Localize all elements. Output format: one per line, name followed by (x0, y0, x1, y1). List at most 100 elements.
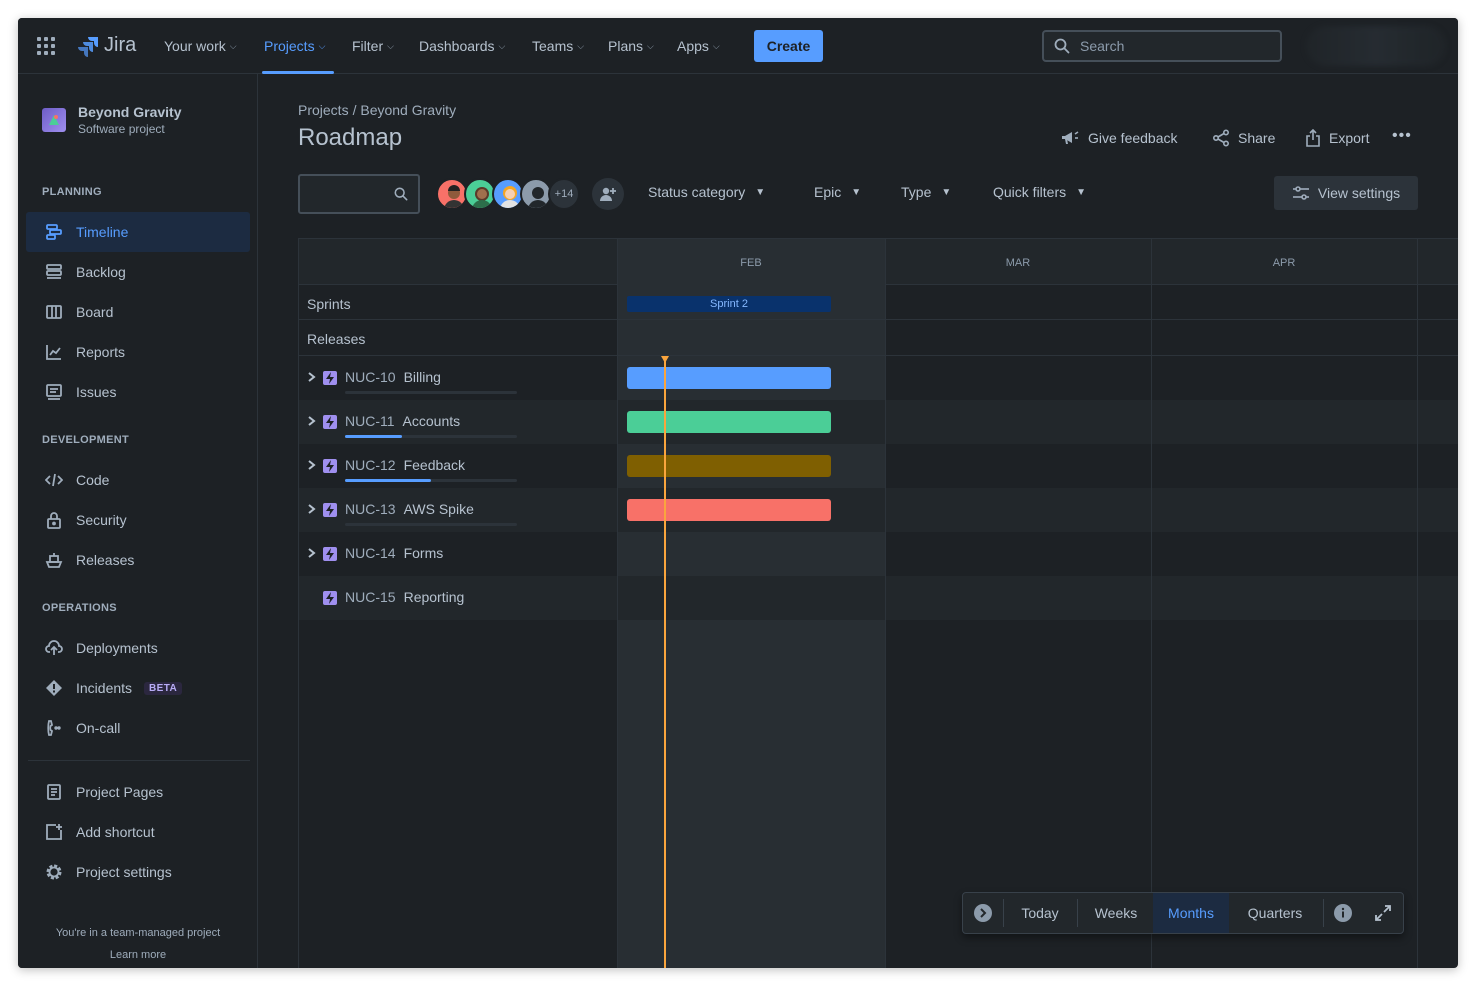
page-title: Roadmap (298, 124, 403, 151)
project-name: Beyond Gravity (78, 104, 182, 120)
expand-chevron-icon[interactable] (307, 458, 317, 472)
epic-row[interactable]: NUC-15 Reporting (299, 576, 1458, 620)
gear-icon (44, 862, 64, 882)
sidebar-item-releases[interactable]: Releases (26, 540, 250, 580)
create-button[interactable]: Create (754, 30, 823, 62)
sprint-bar[interactable]: Sprint 2 (627, 296, 831, 312)
team-managed-note: You're in a team-managed project (55, 927, 221, 939)
epic-label[interactable]: NUC-10 Billing (345, 369, 441, 385)
sidebar-item-on-call[interactable]: On-call (26, 708, 250, 748)
epic-key: NUC-12 (345, 457, 396, 473)
sidebar-item-deployments[interactable]: Deployments (26, 628, 250, 668)
breadcrumb-project[interactable]: / Beyond Gravity (353, 102, 457, 118)
months-button[interactable]: Months (1153, 893, 1229, 933)
epic-timeline-bar[interactable] (627, 367, 831, 389)
nav-apps[interactable]: Apps ⌵ (677, 36, 720, 56)
chevron-down-icon: ⌵ (318, 40, 326, 51)
board-icon (44, 302, 64, 322)
epic-label[interactable]: NUC-13 AWS Spike (345, 501, 474, 517)
sidebar-item-label: On-call (76, 720, 121, 736)
app-switcher-icon[interactable] (37, 37, 55, 55)
give-feedback-button[interactable]: Give feedback (1060, 129, 1178, 147)
sidebar-item-add-shortcut[interactable]: Add shortcut (26, 812, 250, 852)
quarters-button[interactable]: Quarters (1233, 893, 1317, 933)
quick-filters-dropdown[interactable]: Quick filters ▼ (993, 184, 1086, 200)
epic-progress-bar (345, 523, 517, 526)
fullscreen-button[interactable] (1369, 893, 1397, 933)
nav-your-work[interactable]: Your work ⌵ (164, 36, 237, 56)
epic-timeline-bar[interactable] (627, 499, 831, 521)
sidebar-item-timeline[interactable]: Timeline (26, 212, 250, 252)
epic-row[interactable]: NUC-10 Billing (299, 356, 1458, 400)
sidebar-item-label: Project Pages (76, 784, 164, 800)
timeline-search-input[interactable] (298, 174, 420, 214)
epic-label[interactable]: NUC-14 Forms (345, 545, 443, 561)
today-button[interactable]: Today (1007, 893, 1073, 933)
epic-timeline-bar[interactable] (627, 411, 831, 433)
nav-plans[interactable]: Plans ⌵ (608, 36, 654, 56)
add-people-button[interactable] (592, 178, 624, 210)
sidebar-divider (28, 760, 250, 761)
sidebar-item-issues[interactable]: Issues (26, 372, 250, 412)
sidebar-item-reports[interactable]: Reports (26, 332, 250, 372)
more-actions-button[interactable]: ••• (1392, 127, 1412, 145)
chevron-right-circle-icon (974, 904, 992, 922)
view-settings-button[interactable]: View settings (1274, 176, 1418, 210)
backlog-icon (44, 262, 64, 282)
epic-label[interactable]: NUC-12 Feedback (345, 457, 465, 473)
epic-row[interactable]: NUC-12 Feedback (299, 444, 1458, 488)
info-button[interactable] (1329, 893, 1357, 933)
epic-name: Feedback (403, 457, 466, 473)
nav-projects[interactable]: Projects ⌵ (264, 36, 325, 56)
expand-chevron-icon[interactable] (307, 546, 317, 560)
scroll-to-today-button[interactable] (969, 893, 997, 933)
breadcrumb-projects[interactable]: Projects (298, 102, 349, 118)
sidebar-item-label: Board (76, 304, 114, 320)
epic-lightning-icon (323, 547, 337, 561)
epic-row[interactable]: NUC-14 Forms (299, 532, 1458, 576)
month-label-feb: FEB (740, 257, 762, 269)
jira-logo[interactable]: Jira (78, 34, 136, 57)
sidebar-item-incidents[interactable]: Incidents BETA (26, 668, 250, 708)
chevron-down-icon: ▼ (755, 186, 766, 198)
sidebar-item-backlog[interactable]: Backlog (26, 252, 250, 292)
search-placeholder: Search (1080, 38, 1125, 54)
expand-chevron-icon[interactable] (307, 414, 317, 428)
search-input[interactable]: Search (1042, 30, 1282, 62)
nav-dashboards[interactable]: Dashboards ⌵ (419, 36, 505, 56)
project-header[interactable]: Beyond Gravity Software project (42, 104, 181, 136)
profile-area[interactable] (1306, 26, 1446, 66)
jira-window: Jira Your work ⌵ Projects ⌵ Filter ⌵ Dashbo… (18, 18, 1458, 968)
export-button[interactable]: Export (1305, 129, 1369, 147)
nav-filter[interactable]: Filter ⌵ (352, 36, 394, 56)
expand-chevron-icon[interactable] (307, 502, 317, 516)
sidebar-item-label: Reports (76, 344, 126, 360)
status-category-filter[interactable]: Status category ▼ (648, 184, 765, 200)
weeks-button[interactable]: Weeks (1081, 893, 1151, 933)
epic-name: Billing (403, 369, 441, 385)
epic-row[interactable]: NUC-13 AWS Spike (299, 488, 1458, 532)
sidebar-item-project-pages[interactable]: Project Pages (26, 772, 250, 812)
epic-key: NUC-15 (345, 589, 396, 605)
more-avatars-badge[interactable]: +14 (548, 178, 580, 210)
nav-teams[interactable]: Teams ⌵ (532, 36, 584, 56)
epic-label[interactable]: NUC-11 Accounts (345, 413, 460, 429)
learn-more-link[interactable]: Learn more (18, 949, 258, 961)
epic-filter[interactable]: Epic ▼ (814, 184, 861, 200)
reports-icon (44, 342, 64, 362)
epic-label[interactable]: NUC-15 Reporting (345, 589, 464, 605)
today-line (664, 356, 666, 968)
expand-chevron-icon[interactable] (307, 370, 317, 384)
type-filter[interactable]: Type ▼ (901, 184, 951, 200)
sidebar-item-board[interactable]: Board (26, 292, 250, 332)
sidebar-item-project-settings[interactable]: Project settings (26, 852, 250, 892)
epic-timeline-bar[interactable] (627, 455, 831, 477)
share-button[interactable]: Share (1212, 129, 1275, 147)
beta-badge: BETA (144, 681, 183, 695)
sidebar-item-security[interactable]: Security (26, 500, 250, 540)
epic-row[interactable]: NUC-11 Accounts (299, 400, 1458, 444)
section-label-development: DEVELOPMENT (42, 434, 130, 446)
sidebar-item-code[interactable]: Code (26, 460, 250, 500)
project-avatar (42, 108, 66, 132)
chevron-down-icon: ⌵ (229, 40, 237, 51)
